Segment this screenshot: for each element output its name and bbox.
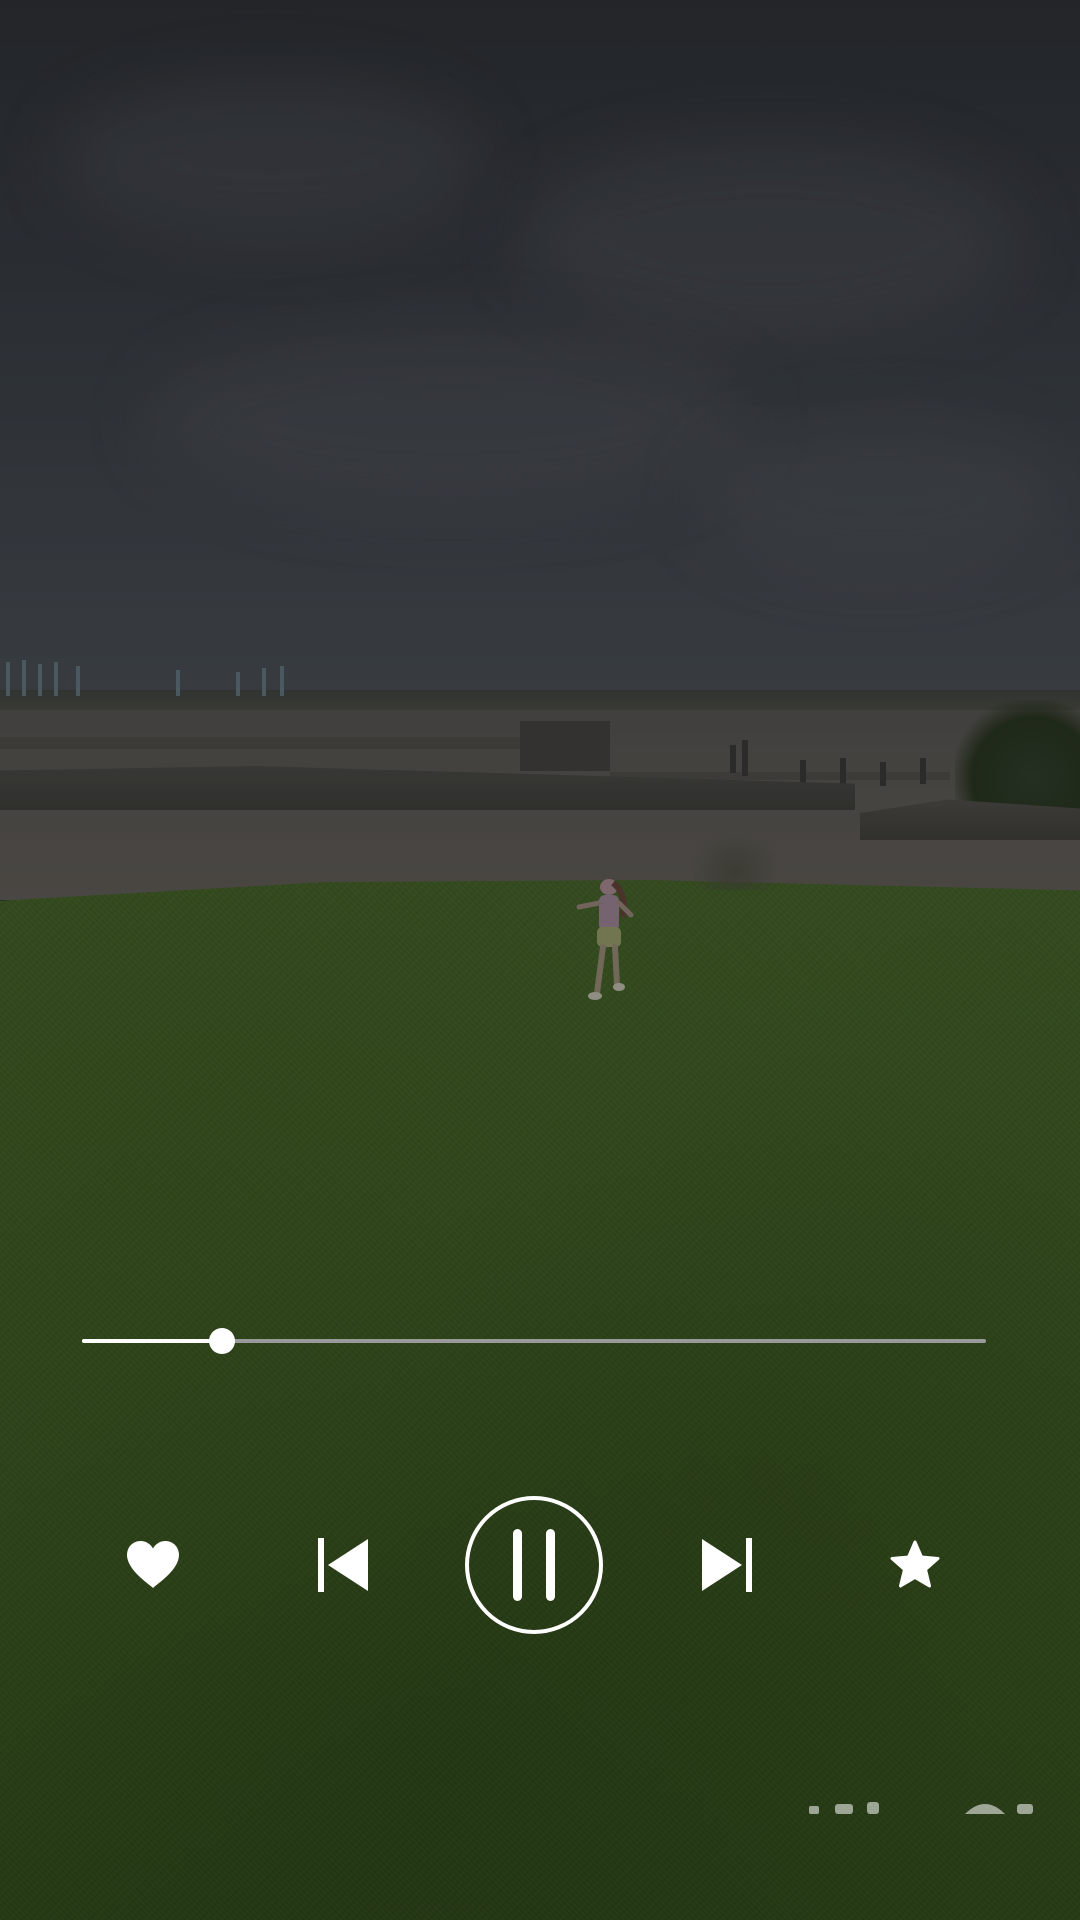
previous-button[interactable] xyxy=(310,1535,376,1595)
next-button[interactable] xyxy=(694,1535,760,1595)
pause-button[interactable] xyxy=(465,1496,603,1634)
seek-progress xyxy=(82,1339,222,1343)
playback-controls xyxy=(0,1494,1080,1636)
seek-bar[interactable] xyxy=(82,1326,986,1356)
like-button[interactable] xyxy=(120,1535,186,1595)
watermark-logo xyxy=(809,1802,1033,1814)
video-player-screen xyxy=(0,0,1080,1920)
seek-thumb[interactable] xyxy=(209,1328,235,1354)
pause-icon xyxy=(513,1529,555,1601)
skip-next-icon xyxy=(702,1538,752,1592)
skip-previous-icon xyxy=(318,1538,368,1592)
heart-icon xyxy=(127,1541,179,1588)
favorite-button[interactable] xyxy=(885,1535,945,1595)
star-icon xyxy=(890,1540,940,1588)
